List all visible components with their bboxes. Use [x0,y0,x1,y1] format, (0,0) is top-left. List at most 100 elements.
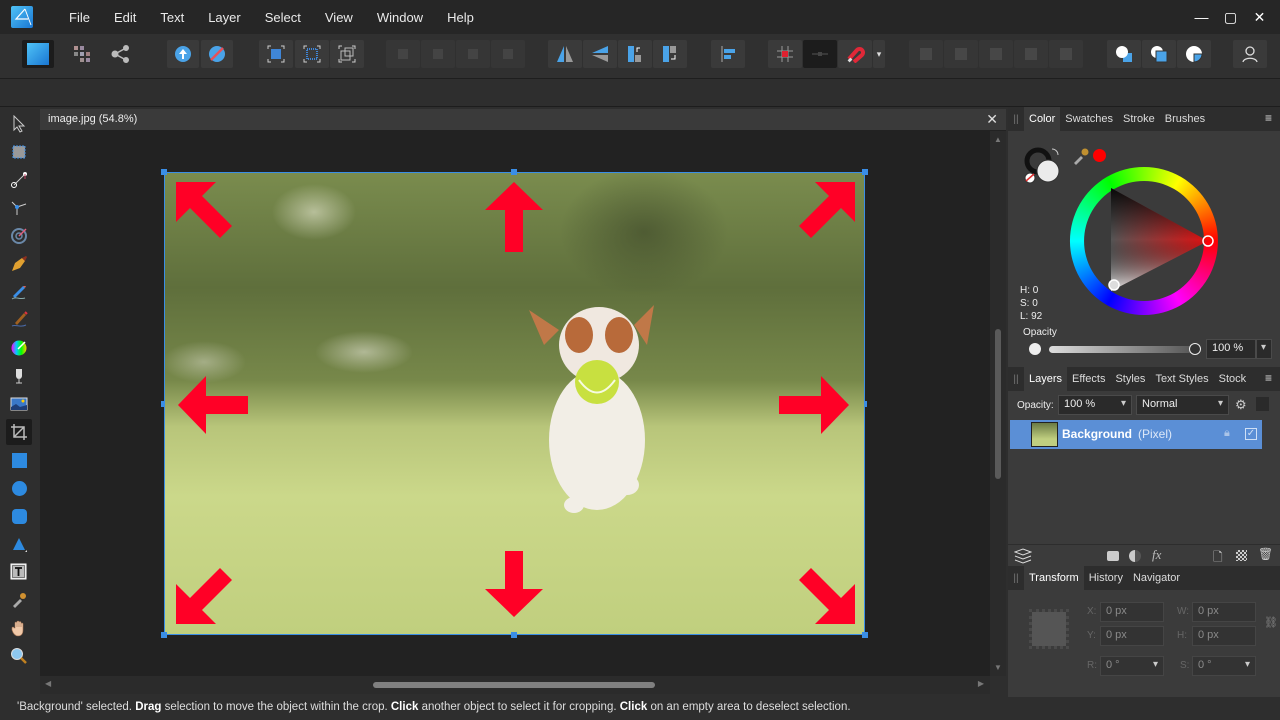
menu-window[interactable]: Window [365,10,435,25]
fx-icon[interactable]: fx [1152,547,1161,563]
horizontal-scrollbar[interactable]: ◀ ▶ [40,676,990,694]
panel-grip-icon[interactable]: || [1008,367,1024,391]
tab-navigator[interactable]: Navigator [1128,566,1185,590]
boolean-xor-button[interactable] [1014,40,1048,68]
layer-visibility-checkbox[interactable]: ✓ [1245,428,1257,440]
move-tool[interactable] [6,111,32,137]
new-pixel-layer-icon[interactable] [1236,550,1247,561]
blend-mode-dropdown[interactable]: Normal [1136,395,1229,415]
panel-grip-icon[interactable]: || [1008,566,1024,590]
liquify-persona-button[interactable] [65,40,99,68]
crop-handle-bottom-right[interactable] [862,632,868,638]
h-input[interactable]: 0 px [1192,626,1256,646]
crop-handle-top-right[interactable] [862,169,868,175]
tab-effects[interactable]: Effects [1067,367,1110,391]
hand-tool[interactable] [6,615,32,641]
lock-icon[interactable] [1256,397,1269,411]
tab-stroke[interactable]: Stroke [1118,107,1160,131]
layer-stack-icon[interactable] [1014,548,1032,564]
export-persona-button[interactable] [104,40,138,68]
y-input[interactable]: 0 px [1100,626,1164,646]
layer-lock-icon[interactable]: 🔒︎ [1224,427,1230,440]
picked-color-swatch[interactable] [1093,149,1106,162]
document-canvas[interactable] [40,131,990,676]
boolean-divide-button[interactable] [1049,40,1083,68]
tab-history[interactable]: History [1084,566,1128,590]
adjustment-icon[interactable] [1129,550,1141,562]
menu-edit[interactable]: Edit [102,10,148,25]
rotate-right-button[interactable] [653,40,687,68]
zoom-tool[interactable] [6,643,32,669]
snapping-grid-button[interactable] [768,40,802,68]
panel-grip-icon[interactable]: || [1008,107,1024,131]
menu-text[interactable]: Text [148,10,196,25]
sl-handle[interactable] [1108,279,1120,291]
tab-color[interactable]: Color [1024,107,1061,131]
panel-menu-icon[interactable]: ≡ [1265,371,1272,385]
x-input[interactable]: 0 px [1100,602,1164,622]
tab-brushes[interactable]: Brushes [1160,107,1210,131]
tab-text-styles[interactable]: Text Styles [1150,367,1213,391]
crop-handle-top[interactable] [511,169,517,175]
minimize-button[interactable]: — [1187,9,1216,25]
scroll-right-icon[interactable]: ▶ [978,679,984,688]
opacity-input[interactable]: 100 % [1206,339,1256,359]
triangle-tool[interactable] [6,531,32,557]
selection-brush-tool[interactable] [6,223,32,249]
scroll-up-icon[interactable]: ▲ [994,135,1002,144]
layer-row[interactable]: Background (Pixel) 🔒︎ ✓ [1010,420,1262,449]
horizontal-scroll-thumb[interactable] [373,682,655,688]
color-picker-tool[interactable] [6,587,32,613]
view-crop-tool[interactable] [6,167,32,193]
rectangle-tool[interactable] [6,447,32,473]
pen-tool[interactable] [6,251,32,277]
flip-horizontal-button[interactable] [548,40,582,68]
rounded-rectangle-tool[interactable] [6,503,32,529]
quick-mask-button[interactable] [259,40,293,68]
arrange-forward-button[interactable] [456,40,490,68]
close-window-button[interactable]: ✕ [1245,9,1274,26]
arrange-backward-button[interactable] [421,40,455,68]
menu-layer[interactable]: Layer [196,10,253,25]
snapping-options-dropdown[interactable]: ▾ [873,40,885,68]
insert-inside-button[interactable] [1177,40,1211,68]
insert-top-button[interactable] [1142,40,1176,68]
snapping-magnet-button[interactable] [838,40,872,68]
crop-tool[interactable] [6,419,32,445]
insert-behind-button[interactable] [1107,40,1141,68]
tab-layers[interactable]: Layers [1024,367,1068,391]
paint-brush-tool[interactable] [6,307,32,333]
crop-handle-left[interactable] [161,401,164,407]
opacity-slider[interactable] [1049,346,1195,353]
menu-file[interactable]: File [57,10,102,25]
flood-fill-tool[interactable] [6,363,32,389]
photo-persona-button[interactable] [22,40,54,68]
arrange-back-button[interactable] [386,40,420,68]
document-tab[interactable]: image.jpg (54.8%) ✕ [40,109,1006,131]
menu-help[interactable]: Help [435,10,486,25]
layer-opacity-dropdown[interactable]: 100 % [1058,395,1132,415]
snapping-toggle-button[interactable] [803,40,837,68]
boolean-intersect-button[interactable] [979,40,1013,68]
develop-persona-button[interactable] [167,40,199,68]
link-aspect-icon[interactable]: ⛓︎ [1264,616,1278,629]
arrange-front-button[interactable] [491,40,525,68]
opacity-dropdown[interactable] [1256,339,1272,359]
color-wheel[interactable] [1068,165,1220,317]
rotate-left-button[interactable] [618,40,652,68]
node-tool[interactable] [6,195,32,221]
ellipse-tool[interactable] [6,475,32,501]
tone-mapping-persona-button[interactable] [201,40,233,68]
crop-handle-right[interactable] [864,401,867,407]
tab-transform[interactable]: Transform [1024,566,1084,590]
menu-view[interactable]: View [313,10,365,25]
fill-stroke-selector[interactable] [1022,145,1062,185]
boolean-subtract-button[interactable] [944,40,978,68]
tab-stock[interactable]: Stock [1214,367,1252,391]
menu-select[interactable]: Select [253,10,313,25]
boolean-add-button[interactable] [909,40,943,68]
mask-icon[interactable] [1107,551,1119,561]
shear-dropdown[interactable]: 0 ° [1192,656,1256,676]
tab-styles[interactable]: Styles [1110,367,1150,391]
color-wheel-tool[interactable] [6,335,32,361]
